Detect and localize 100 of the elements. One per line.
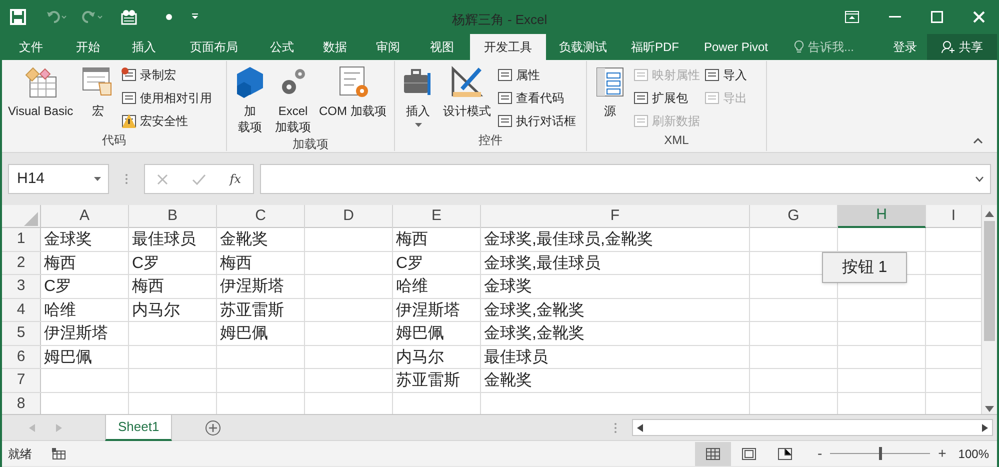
ribbon-group-label: XML <box>664 133 689 147</box>
dot-icon[interactable] <box>166 14 172 20</box>
ribbon-tab[interactable]: 审阅 <box>362 34 414 60</box>
minimize-icon[interactable] <box>889 16 901 18</box>
zoom-in-button[interactable]: + <box>938 443 946 464</box>
share-button[interactable]: 共享 <box>927 34 997 60</box>
column-header[interactable]: H <box>838 205 926 228</box>
scroll-up-icon[interactable] <box>985 211 994 217</box>
ribbon-tab[interactable]: 福昕PDF <box>620 34 690 60</box>
ribbon-button[interactable]: Excel 加载项 <box>273 65 313 135</box>
ribbon-button[interactable]: 插入 <box>399 65 437 127</box>
table-cell: 金球奖,最佳球员 <box>481 252 750 274</box>
form-icon[interactable] <box>120 8 138 26</box>
ribbon-tab[interactable]: 文件 <box>2 34 60 60</box>
zoom-level[interactable]: 100% <box>958 444 989 462</box>
tell-me-field[interactable]: 告诉我... <box>794 34 854 60</box>
table-cell: 伊涅斯塔 <box>41 322 129 344</box>
ribbon-display-icon[interactable] <box>845 11 859 23</box>
ribbon-tab[interactable]: Power Pivot <box>690 34 782 60</box>
table-cell: C罗 <box>41 275 129 298</box>
caret-icon <box>414 123 422 127</box>
scroll-thumb[interactable] <box>984 221 995 341</box>
zoom-slider-track[interactable] <box>830 447 930 460</box>
scroll-left-icon[interactable] <box>637 424 644 432</box>
ribbon-tab[interactable]: 视图 <box>414 34 470 60</box>
normal-view-icon <box>706 448 720 460</box>
table-cell: 姆巴佩 <box>41 346 129 368</box>
form-button[interactable]: 按钮 1 <box>822 252 907 283</box>
row-header[interactable]: 8 <box>2 392 41 414</box>
ribbon-button[interactable]: COM 加载项 <box>317 65 388 119</box>
ribbon-small-button[interactable]: 执行对话框 <box>497 111 576 131</box>
row-header[interactable]: 6 <box>2 346 41 368</box>
table-cell: C罗 <box>129 252 217 274</box>
ribbon-small-button[interactable]: 查看代码 <box>497 88 576 108</box>
row-header[interactable]: 1 <box>2 228 41 250</box>
scroll-right-icon[interactable] <box>982 424 988 432</box>
column-header[interactable]: B <box>129 205 217 228</box>
ribbon-small-button[interactable]: 录制宏 <box>121 65 212 85</box>
formula-input[interactable] <box>260 164 991 194</box>
sheet-tab[interactable]: Sheet1 <box>105 414 172 440</box>
collapse-ribbon-icon[interactable] <box>973 138 983 144</box>
row-header[interactable]: 2 <box>2 252 41 274</box>
ribbon-tab[interactable]: 公式 <box>256 34 308 60</box>
ribbon-group-label: 控件 <box>478 133 502 147</box>
vba-icon <box>24 65 58 99</box>
ribbon-button[interactable]: 设计模式 <box>441 65 493 119</box>
record-icon <box>121 67 138 83</box>
ribbon-button[interactable]: 源 <box>591 65 629 119</box>
ribbon-tab[interactable]: 开发工具 <box>470 34 546 60</box>
expand-icon[interactable] <box>975 176 984 182</box>
grip-icon <box>125 173 128 185</box>
status-text: 就绪 <box>8 446 32 462</box>
ribbon-tab[interactable]: 页面布局 <box>172 34 256 60</box>
customize-caret-icon[interactable] <box>191 13 199 21</box>
vertical-scrollbar[interactable] <box>982 205 997 414</box>
ribbon-tab[interactable]: 数据 <box>308 34 362 60</box>
page-break-view-icon <box>778 448 792 460</box>
ribbon-tab[interactable]: 开始 <box>60 34 116 60</box>
ribbon-small-button[interactable]: 宏安全性 <box>121 111 212 131</box>
zoom-out-button[interactable]: - <box>817 443 822 464</box>
ribbon-tab[interactable]: 负载测试 <box>546 34 620 60</box>
row-header[interactable]: 3 <box>2 275 41 298</box>
ribbon-small-button[interactable]: 属性 <box>497 65 576 85</box>
add-sheet-icon[interactable] <box>205 420 222 436</box>
ribbon-button[interactable]: Visual Basic <box>6 65 76 119</box>
row-header[interactable]: 5 <box>2 322 41 344</box>
table-cell: 内马尔 <box>129 298 217 321</box>
view-button[interactable] <box>695 442 732 466</box>
name-box[interactable]: H14 <box>8 164 109 194</box>
ribbon-small-button[interactable]: 扩展包 <box>633 88 700 108</box>
zoom-slider-thumb[interactable] <box>878 447 882 460</box>
row-header[interactable]: 7 <box>2 369 41 392</box>
save-icon[interactable] <box>10 9 26 25</box>
sign-in-link[interactable]: 登录 <box>893 34 917 60</box>
table-cell: 内马尔 <box>393 346 481 368</box>
scroll-down-icon[interactable] <box>985 406 994 412</box>
column-header[interactable]: E <box>393 205 481 228</box>
ribbon-button[interactable]: 宏 <box>79 65 118 119</box>
column-header[interactable]: A <box>41 205 129 228</box>
check-icon[interactable] <box>192 174 206 184</box>
column-header[interactable]: F <box>481 205 750 228</box>
ribbon-small-button[interactable]: 使用相对引用 <box>121 88 212 108</box>
table-cell: 哈维 <box>41 298 129 321</box>
table-cell: 金球奖 <box>481 275 750 298</box>
table-cell: 苏亚雷斯 <box>217 298 305 321</box>
column-header[interactable]: C <box>217 205 305 228</box>
horizontal-scrollbar[interactable] <box>632 419 994 436</box>
table-cell: 金球奖,金靴奖 <box>481 298 750 321</box>
ribbon-tab[interactable]: 插入 <box>116 34 172 60</box>
lightbulb-icon <box>794 40 804 54</box>
column-header[interactable]: D <box>305 205 393 228</box>
caret-icon[interactable] <box>94 177 101 181</box>
close-icon[interactable] <box>973 11 985 23</box>
ribbon-button[interactable]: 加 载项 <box>231 65 269 135</box>
macro-record-icon[interactable] <box>52 448 66 460</box>
maximize-icon[interactable] <box>931 11 943 23</box>
insert-function-button[interactable]: fx <box>230 170 242 188</box>
table-cell: 伊涅斯塔 <box>217 275 305 298</box>
row-header[interactable]: 4 <box>2 298 41 321</box>
ribbon-small-button[interactable]: 导入 <box>704 65 747 85</box>
